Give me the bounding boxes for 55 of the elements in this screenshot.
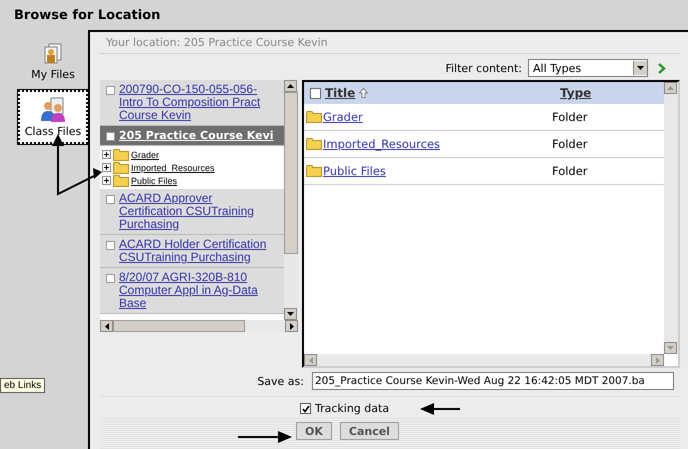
- table-cell-text: Folder: [552, 164, 589, 178]
- tree-checkbox[interactable]: [106, 241, 115, 250]
- expand-icon[interactable]: [102, 163, 111, 172]
- people-icon: [39, 96, 67, 122]
- tree-checkbox[interactable]: [106, 274, 115, 283]
- folder-link[interactable]: Public Files: [323, 164, 386, 178]
- nav-item[interactable]: Class Files: [18, 90, 88, 144]
- tracking-label: Tracking data: [315, 402, 390, 415]
- tree-item[interactable]: 205 Practice Course Kevi: [100, 126, 284, 146]
- tree-item[interactable]: 200790-CO-150-055-056- Intro To Composition Pract Course Kevin: [100, 80, 284, 126]
- arrow-icon: [420, 403, 460, 415]
- folder-link[interactable]: Imported_Resources: [323, 137, 440, 151]
- nav-item[interactable]: My Files: [18, 38, 88, 84]
- scroll-right-icon[interactable]: [290, 322, 294, 330]
- scroll-up-icon[interactable]: [287, 84, 294, 88]
- filter-dropdown[interactable]: All Types: [528, 59, 648, 77]
- select-all-checkbox[interactable]: [310, 88, 321, 98]
- save-as-field[interactable]: 205_Practice Course Kevin-Wed Aug 22 16:42:05 MDT 2007.ba: [312, 372, 674, 390]
- table-cell-text: Folder: [552, 137, 589, 151]
- tracking-checkbox[interactable]: [300, 403, 311, 414]
- folder-icon: [306, 138, 322, 150]
- location-text: Your location: 205 Practice Course Kevin: [100, 32, 680, 54]
- caret-icon: [637, 66, 644, 70]
- folder-link[interactable]: Grader: [131, 150, 160, 160]
- window-title: Browse for Location: [14, 8, 160, 22]
- folder-link[interactable]: Public Files: [131, 176, 178, 186]
- folder-icon: [306, 165, 322, 177]
- filter-label: Filter content:: [445, 62, 522, 74]
- table-cell-text: Folder: [552, 110, 589, 124]
- ok-button[interactable]: OK: [296, 422, 332, 440]
- column-header[interactable]: Type: [560, 86, 664, 100]
- column-header[interactable]: Title: [325, 86, 356, 100]
- tree-item[interactable]: ACARD Approver Certification CSUTraining Purchasing: [100, 189, 284, 235]
- arrow-icon: [238, 431, 292, 443]
- expand-icon[interactable]: [102, 176, 111, 185]
- cancel-button[interactable]: Cancel: [340, 422, 399, 440]
- scroll-down-icon[interactable]: [287, 312, 294, 316]
- expand-icon[interactable]: [102, 150, 111, 159]
- folder-link[interactable]: Grader: [323, 110, 363, 124]
- scrollbar[interactable]: [284, 80, 298, 320]
- sort-up-icon[interactable]: [359, 88, 368, 98]
- tree-checkbox[interactable]: [106, 195, 115, 204]
- folder-icon: [306, 111, 322, 123]
- folder-link[interactable]: Imported_Resources: [131, 162, 215, 172]
- tree-checkbox[interactable]: [106, 132, 115, 141]
- tree-item[interactable]: 8/20/07 AGRI-320B-810 Computer Appl in Ag-Data Base: [100, 268, 284, 314]
- folder-icon: [113, 162, 129, 174]
- tooltip: eb Links: [0, 378, 46, 393]
- scrollbar[interactable]: [100, 320, 298, 332]
- save-as-label: Save as:: [257, 374, 304, 388]
- scroll-left-icon[interactable]: [104, 322, 108, 330]
- tree-checkbox[interactable]: [106, 86, 115, 95]
- tree-item[interactable]: ACARD Holder Certification CSUTraining Purchasing: [100, 235, 284, 268]
- folder-icon: [113, 148, 129, 160]
- folder-icon: [113, 174, 129, 186]
